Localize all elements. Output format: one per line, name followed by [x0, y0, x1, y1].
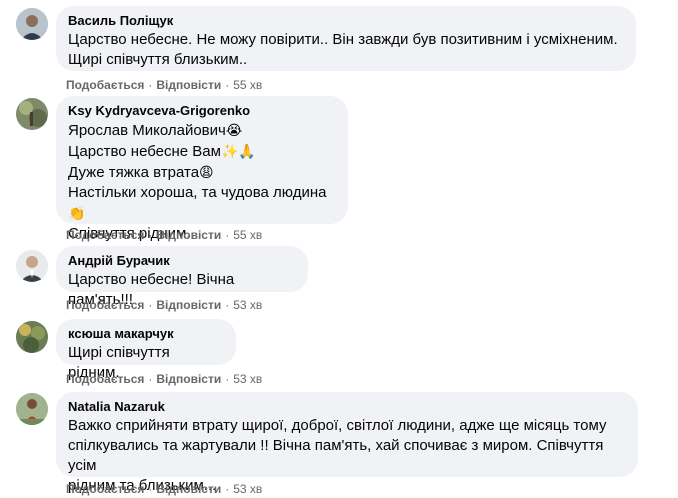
like-button[interactable]: Подобається: [66, 482, 144, 496]
comment-line: Царство небесне. Не можу повірити.. Він …: [68, 31, 618, 48]
comment-timestamp[interactable]: 53 хв: [233, 482, 262, 496]
crying-emoji-icon: 😭: [225, 122, 243, 138]
avatar[interactable]: [16, 393, 48, 425]
comment-actions: Подобається · Відповісти · 53 хв: [66, 481, 262, 497]
comment-line: спілкувались та жартували !! Вічна пам'я…: [68, 437, 604, 474]
profile-photo-icon: [16, 250, 48, 282]
profile-photo-icon: [16, 8, 48, 40]
profile-photo-icon: [16, 393, 48, 425]
comment-bubble: Андрій Бурачик Царство небесне! Вічна па…: [56, 246, 308, 308]
avatar[interactable]: [16, 8, 48, 40]
clapping-emoji-icon: 👏: [68, 205, 86, 221]
comment-actions: Подобається · Відповісти · 53 хв: [66, 371, 262, 387]
comment-bubble: ксюша макарчук Щирі співчуття рідним.: [56, 319, 236, 381]
comment-line-text: Царство небесне Вам: [68, 143, 221, 160]
profile-photo-icon: [16, 98, 48, 130]
reply-button[interactable]: Відповісти: [156, 482, 221, 496]
separator: ·: [148, 372, 153, 386]
avatar[interactable]: [16, 250, 48, 282]
comment-bubble: Ksy Kydryavceva-Grigorenko Ярослав Микол…: [56, 96, 348, 242]
comment-line-text: Дуже тяжка втрата: [68, 164, 200, 181]
comment-timestamp[interactable]: 55 хв: [233, 228, 262, 242]
separator: ·: [225, 228, 230, 242]
reply-button[interactable]: Відповісти: [156, 78, 221, 92]
reply-button[interactable]: Відповісти: [156, 298, 221, 312]
comment-timestamp[interactable]: 53 хв: [233, 298, 262, 312]
separator: ·: [225, 78, 230, 92]
comment-line-text: Ярослав Миколайович: [68, 122, 226, 139]
sparkles-pray-emoji-icon: ✨🙏: [220, 143, 256, 159]
comment-timestamp[interactable]: 53 хв: [233, 372, 262, 386]
comment-author[interactable]: Василь Поліщук: [68, 13, 624, 29]
comment-actions: Подобається · Відповісти · 55 хв: [66, 227, 262, 243]
comment-author[interactable]: Ksy Kydryavceva-Grigorenko: [68, 103, 336, 119]
reply-button[interactable]: Відповісти: [156, 228, 221, 242]
separator: ·: [148, 228, 153, 242]
like-button[interactable]: Подобається: [66, 228, 144, 242]
comment-line: Важко сприйняти втрату щирої, доброї, св…: [68, 417, 607, 434]
comment-line: Ярослав Миколайович😭: [68, 120, 336, 141]
separator: ·: [148, 482, 153, 496]
comment-line-text: Настільки хороша, та чудова людина: [68, 184, 327, 201]
comment-bubble: Natalia Nazaruk Важко сприйняти втрату щ…: [56, 392, 638, 494]
avatar[interactable]: [16, 321, 48, 353]
comment-actions: Подобається · Відповісти · 55 хв: [66, 77, 262, 93]
comment-line: Царство небесне Вам✨🙏: [68, 141, 336, 162]
avatar[interactable]: [16, 98, 48, 130]
like-button[interactable]: Подобається: [66, 298, 144, 312]
separator: ·: [225, 298, 230, 312]
comment-bubble: Василь Поліщук Царство небесне. Не можу …: [56, 6, 636, 71]
separator: ·: [148, 298, 153, 312]
like-button[interactable]: Подобається: [66, 372, 144, 386]
weary-emoji-icon: 😩: [199, 164, 214, 180]
comment-text: Ярослав Миколайович😭 Царство небесне Вам…: [68, 120, 336, 244]
comment-text: Царство небесне. Не можу повірити.. Він …: [68, 30, 624, 70]
comment-author[interactable]: Natalia Nazaruk: [68, 399, 626, 415]
comment-author[interactable]: ксюша макарчук: [68, 326, 224, 342]
separator: ·: [225, 482, 230, 496]
comment-author[interactable]: Андрій Бурачик: [68, 253, 296, 269]
comment-line: Настільки хороша, та чудова людина 👏: [68, 183, 336, 224]
profile-photo-icon: [16, 321, 48, 353]
separator: ·: [148, 78, 153, 92]
comment-timestamp[interactable]: 55 хв: [233, 78, 262, 92]
reply-button[interactable]: Відповісти: [156, 372, 221, 386]
separator: ·: [225, 372, 230, 386]
comment-line: Дуже тяжка втрата😩: [68, 162, 336, 183]
comment-actions: Подобається · Відповісти · 53 хв: [66, 297, 262, 313]
comment-line: Щирі співчуття близьким..: [68, 51, 248, 68]
like-button[interactable]: Подобається: [66, 78, 144, 92]
